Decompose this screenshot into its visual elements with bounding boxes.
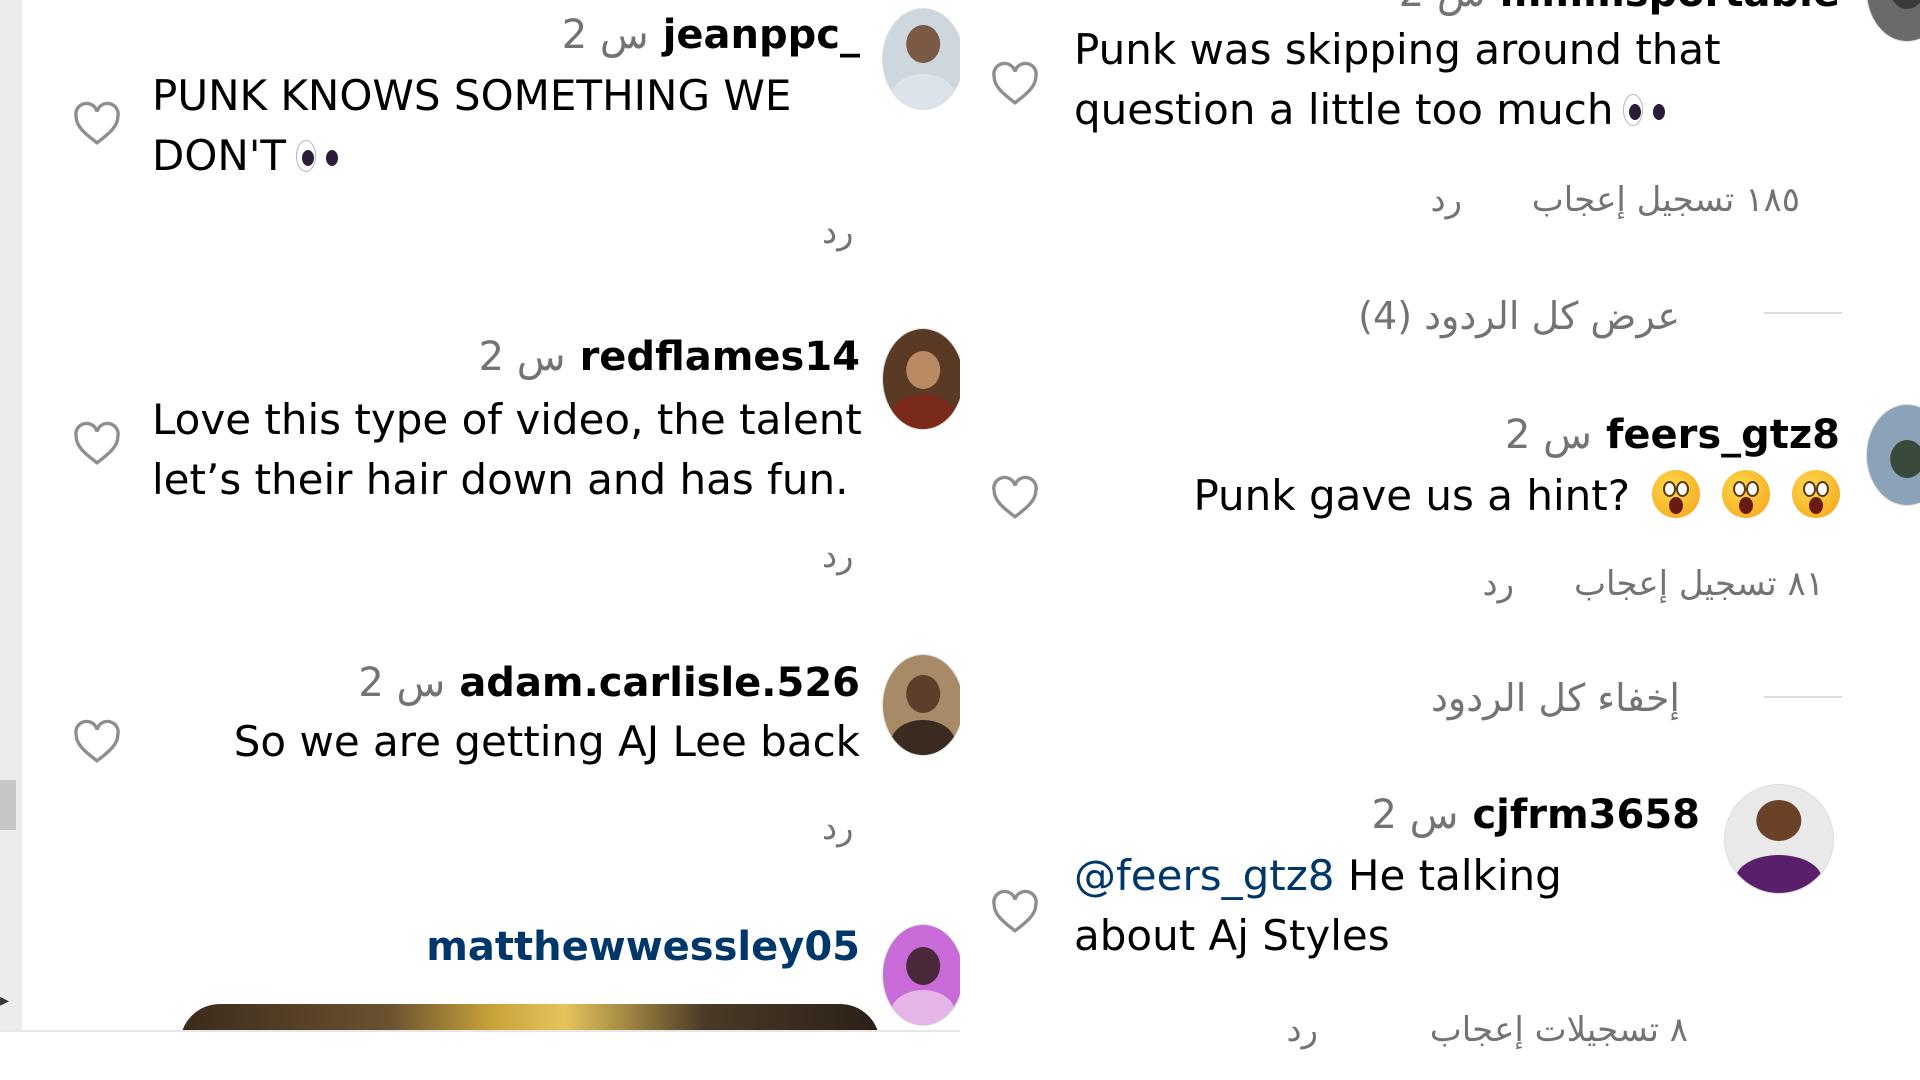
comment-meta: 2 س jeanppc_ xyxy=(562,12,860,58)
comment-text: Love this type of video, the talent let’… xyxy=(152,395,862,504)
comment-meta: 2 س adam.carlisle.526 xyxy=(358,660,860,706)
scrollbar[interactable]: ▸ xyxy=(0,0,22,1030)
view-replies-button[interactable]: عرض كل الردود (4) xyxy=(1358,294,1680,338)
avatar[interactable] xyxy=(882,8,960,110)
comments-page: ▸ 2 س jeanppc_ PUNK KNOWS SOMETHING WE DO… xyxy=(0,0,1920,1080)
comment-body: Punk gave us a hint? xyxy=(1193,471,1630,520)
heart-icon[interactable] xyxy=(990,888,1040,934)
like-count[interactable]: ١٨٥ تسجيل إعجاب xyxy=(1532,180,1800,220)
username-link[interactable]: mmmsportable xyxy=(1500,0,1840,16)
scrollbar-thumb[interactable] xyxy=(0,780,16,830)
avatar[interactable] xyxy=(882,328,960,430)
avatar[interactable] xyxy=(882,924,960,1026)
reply-button[interactable]: رد xyxy=(822,808,854,848)
comment-item: 2 س mmmsportable Punk was skipping around… xyxy=(960,0,1920,240)
reply-button[interactable]: رد xyxy=(822,536,854,576)
comment-meta: 2 س feers_gtz8 xyxy=(1505,412,1840,458)
heart-icon[interactable] xyxy=(72,100,122,146)
heart-icon[interactable] xyxy=(990,60,1040,106)
comment-meta: 2 س cjfrm3658 xyxy=(1371,792,1700,838)
comment-meta: 2 س redflames14 xyxy=(479,334,860,380)
comment-time: 2 س xyxy=(478,334,566,380)
comment-time: 2 س xyxy=(358,660,446,706)
avatar[interactable] xyxy=(1866,0,1920,42)
heart-icon[interactable] xyxy=(990,474,1040,520)
username-link[interactable]: cjfrm3658 xyxy=(1472,792,1700,838)
comment-time: 2 س xyxy=(1371,792,1459,838)
reply-button[interactable]: رد xyxy=(1286,1010,1318,1050)
comment-item: 2 س feers_gtz8 Punk gave us a hint? ٨١ تس… xyxy=(960,400,1920,620)
heart-icon[interactable] xyxy=(72,718,122,764)
username-link[interactable]: feers_gtz8 xyxy=(1606,412,1840,458)
eyes-emoji-icon xyxy=(296,138,342,174)
mention-link[interactable]: @feers_gtz8 xyxy=(1074,851,1335,900)
comment-time: 2 س xyxy=(561,12,649,58)
comment-meta: matthewwessley05 xyxy=(426,924,860,970)
username-link[interactable]: jeanppc_ xyxy=(663,12,860,58)
comment-text: Punk gave us a hint? xyxy=(1193,466,1840,526)
thread-line xyxy=(1764,312,1842,314)
shocked-face-emoji-icon xyxy=(1792,470,1840,518)
comment-text: PUNK KNOWS SOMETHING WE DON'T xyxy=(152,66,852,186)
reply-button[interactable]: رد xyxy=(1430,180,1462,220)
avatar[interactable] xyxy=(882,654,960,756)
comment-item: 2 س adam.carlisle.526 So we are getting A… xyxy=(22,646,960,866)
reply-item: 2 س cjfrm3658 @feers_gtz8 He talking abou… xyxy=(960,780,1920,1080)
like-count[interactable]: ٨١ تسجيل إعجاب xyxy=(1574,564,1824,604)
reply-button[interactable]: رد xyxy=(1482,564,1514,604)
comment-text: Punk was skipping around that question a… xyxy=(1074,20,1814,140)
comment-time: 2 س xyxy=(1504,412,1592,458)
heart-icon[interactable] xyxy=(72,420,122,466)
comment-item: 2 س jeanppc_ PUNK KNOWS SOMETHING WE DON'… xyxy=(22,0,960,260)
hide-replies-button[interactable]: إخفاء كل الردود xyxy=(1431,676,1680,720)
shocked-face-emoji-icon xyxy=(1722,470,1770,518)
eyes-emoji-icon xyxy=(1623,92,1669,128)
like-count[interactable]: ٨ تسجيلات إعجاب xyxy=(1430,1010,1688,1050)
left-comment-column: 2 س jeanppc_ PUNK KNOWS SOMETHING WE DON'… xyxy=(22,0,960,1030)
bottom-divider xyxy=(0,1030,960,1080)
thread-line xyxy=(1764,696,1842,698)
media-thumbnail[interactable] xyxy=(180,1004,880,1030)
avatar[interactable] xyxy=(1724,784,1834,894)
comment-text: @feers_gtz8 He talking about Aj Styles xyxy=(1074,846,1634,966)
right-comment-column: 2 س mmmsportable Punk was skipping around… xyxy=(960,0,1920,1080)
comment-body: PUNK KNOWS SOMETHING WE DON'T xyxy=(152,71,792,180)
username-link[interactable]: redflames14 xyxy=(580,334,860,380)
avatar[interactable] xyxy=(1866,404,1920,506)
comment-time: 2 س xyxy=(1399,0,1486,16)
username-link[interactable]: matthewwessley05 xyxy=(426,924,860,970)
comment-meta: 2 س mmmsportable xyxy=(1399,0,1840,16)
comment-item: matthewwessley05 xyxy=(22,910,960,1030)
username-link[interactable]: adam.carlisle.526 xyxy=(459,660,860,706)
comment-text: So we are getting AJ Lee back xyxy=(233,717,860,766)
scroll-arrow-icon[interactable]: ▸ xyxy=(0,990,9,1011)
reply-button[interactable]: رد xyxy=(822,212,854,252)
comment-item: 2 س redflames14 Love this type of video, … xyxy=(22,320,960,600)
shocked-face-emoji-icon xyxy=(1652,470,1700,518)
